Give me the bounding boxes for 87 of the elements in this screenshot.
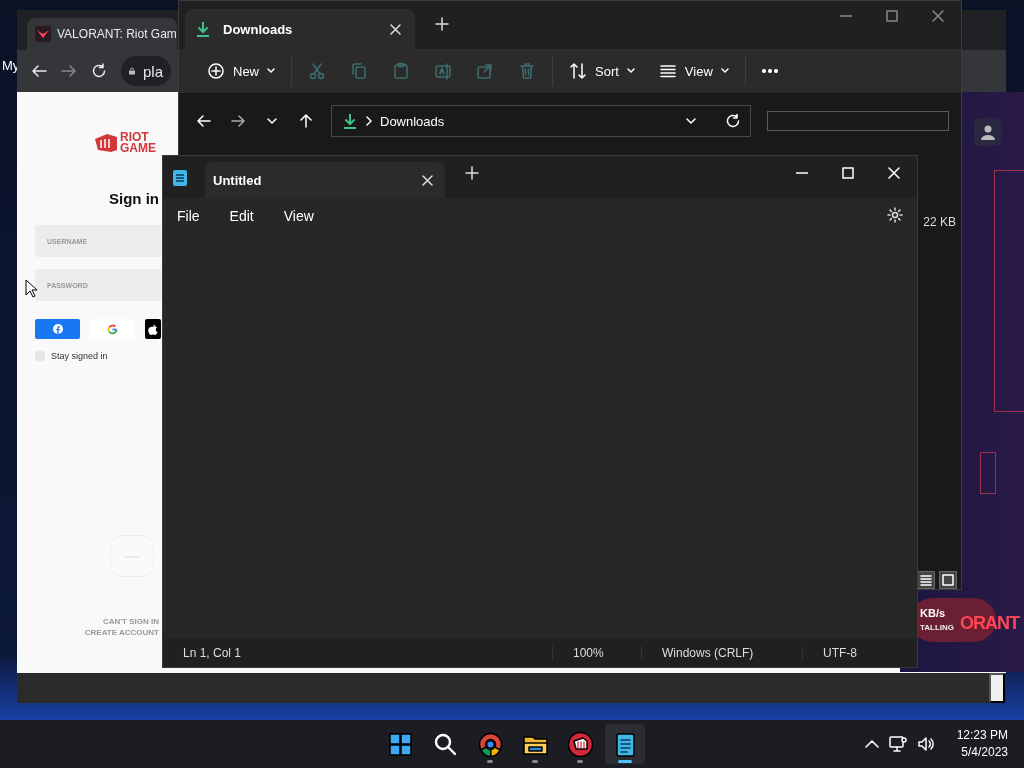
- chevron-down-icon: [626, 68, 635, 74]
- google-logo-icon: [107, 323, 118, 335]
- menu-item[interactable]: Edit: [219, 204, 264, 228]
- settings-icon[interactable]: [887, 207, 903, 223]
- close-icon: [422, 175, 433, 186]
- menu-item[interactable]: File: [167, 204, 210, 228]
- address-bar[interactable]: pla: [121, 56, 171, 86]
- view-button[interactable]: View: [646, 55, 741, 87]
- game-logo-text: ORANT: [960, 613, 1019, 634]
- menu-item[interactable]: View: [273, 204, 324, 228]
- speaker-icon[interactable]: [916, 736, 935, 752]
- search-icon: [432, 731, 458, 757]
- taskbar-app-button[interactable]: [605, 724, 645, 764]
- mouse-cursor-icon: [25, 279, 38, 298]
- google-sign-in-button[interactable]: [90, 319, 135, 339]
- notepad-icon: [173, 168, 187, 186]
- list-view-icon: [920, 574, 932, 586]
- sort-icon: [569, 62, 587, 80]
- person-icon: [981, 124, 995, 140]
- lock-icon: [129, 65, 135, 77]
- explorer-tab[interactable]: Downloads: [185, 9, 415, 49]
- fist-logo-icon: [95, 134, 117, 152]
- up-arrow-icon: [299, 114, 313, 128]
- search-field[interactable]: [767, 111, 949, 131]
- chevron-right-icon: [366, 116, 372, 126]
- chevron-up-icon[interactable]: [864, 740, 879, 748]
- profile-button[interactable]: [974, 118, 1002, 146]
- status-text: UTF-8: [802, 646, 877, 660]
- scissors-icon: [308, 62, 326, 80]
- plus-icon[interactable]: [435, 17, 449, 31]
- address-bar[interactable]: Downloads: [331, 105, 751, 137]
- maximize-icon: [842, 167, 854, 179]
- apple-sign-in-button[interactable]: [145, 319, 161, 339]
- sort-button[interactable]: Sort: [557, 55, 647, 87]
- status-text: 100%: [552, 646, 641, 660]
- close-icon: [888, 167, 900, 179]
- chevron-down-icon: [686, 118, 696, 124]
- status-text: Windows (CRLF): [641, 646, 802, 660]
- close-icon: [932, 10, 944, 22]
- install-status: TALLING: [920, 623, 955, 632]
- minimize-icon: [840, 15, 852, 17]
- browser-tab[interactable]: VALORANT: Riot Gam: [27, 18, 177, 50]
- list-view-icon: [658, 62, 677, 80]
- facebook-icon: [52, 324, 63, 334]
- chevron-down-icon: [267, 68, 275, 74]
- download-icon: [342, 113, 358, 129]
- network-icon[interactable]: [888, 736, 907, 752]
- frame-outline: [980, 452, 996, 494]
- clipboard-icon: [392, 62, 410, 80]
- scroll-down-button[interactable]: [989, 673, 1005, 703]
- refresh-icon: [726, 114, 740, 128]
- forward-arrow-icon[interactable]: [61, 63, 77, 79]
- apple-logo-icon: [148, 323, 158, 335]
- back-arrow-icon[interactable]: [31, 63, 47, 79]
- document-tab[interactable]: Untitled: [205, 162, 445, 198]
- checkbox-label: Stay signed in: [51, 351, 108, 361]
- facebook-sign-in-button[interactable]: [35, 319, 80, 339]
- logo-text: GAME: [120, 143, 156, 154]
- copy-icon: [350, 62, 368, 80]
- minimize-icon: [796, 172, 808, 174]
- forward-arrow-icon: [231, 114, 245, 128]
- logo-text: RIOT: [120, 132, 149, 143]
- status-text: Ln 1, Col 1: [182, 646, 243, 660]
- v-logo-icon: [35, 26, 51, 42]
- new-button[interactable]: New: [195, 55, 287, 87]
- chrome-logo-icon: [477, 731, 503, 757]
- clock[interactable]: 12:23 PM 5/4/2023: [956, 727, 1008, 761]
- close-icon: [390, 24, 401, 35]
- download-speed: KB/s: [920, 607, 946, 619]
- maximize-icon: [886, 10, 898, 22]
- plus-icon[interactable]: [465, 166, 479, 180]
- trash-icon: [518, 62, 536, 80]
- more-icon: [761, 69, 778, 73]
- sign-in-heading: Sign in: [109, 190, 159, 207]
- preview-icon: [942, 574, 954, 586]
- windows-logo-icon: [387, 731, 413, 757]
- back-arrow-icon: [197, 114, 211, 128]
- reload-icon[interactable]: [91, 63, 107, 79]
- fist-logo-icon: [567, 731, 593, 757]
- share-icon: [476, 62, 494, 80]
- preview-view-button[interactable]: [939, 571, 957, 589]
- plus-circle-icon: [207, 62, 225, 80]
- chevron-down-icon: [720, 68, 729, 74]
- file-size: 22 KB: [923, 215, 956, 229]
- chevron-down-icon: [267, 118, 277, 124]
- rename-icon: [434, 62, 452, 80]
- download-icon: [195, 21, 211, 37]
